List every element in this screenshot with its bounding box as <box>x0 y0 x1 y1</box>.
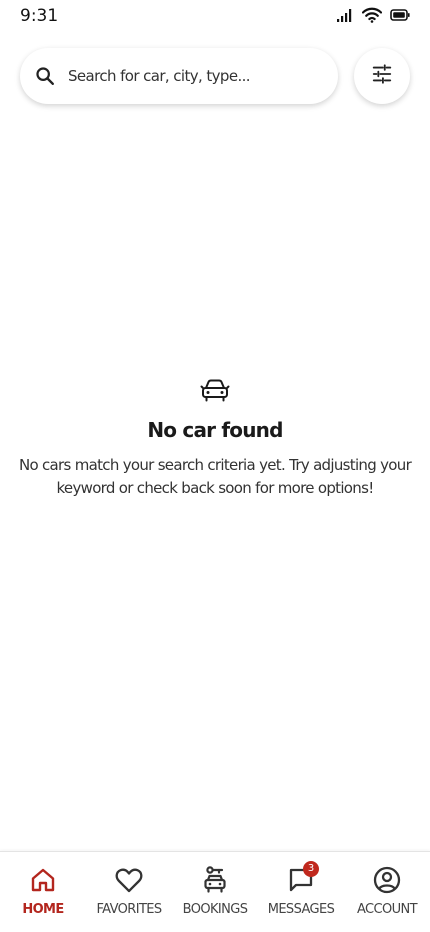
status-time: 9:31 <box>20 6 59 26</box>
messages-badge: 3 <box>303 861 319 877</box>
nav-label-bookings: BOOKINGS <box>182 902 248 917</box>
nav-label-account: ACCOUNT <box>356 902 418 917</box>
empty-title: No car found <box>147 418 283 442</box>
search-box[interactable] <box>20 48 338 104</box>
empty-state: No car found No cars match your search c… <box>0 378 430 500</box>
car-icon <box>0 378 430 404</box>
account-icon <box>371 864 403 896</box>
search-icon <box>34 65 56 87</box>
tune-icon <box>371 63 393 90</box>
battery-icon <box>390 9 410 21</box>
car-key-icon <box>199 864 231 896</box>
signal-icon <box>336 8 354 22</box>
search-row <box>20 48 410 104</box>
nav-label-favorites: FAVORITES <box>96 902 162 917</box>
nav-label-home: HOME <box>22 902 64 917</box>
nav-label-messages: MESSAGES <box>267 902 335 917</box>
nav-item-bookings[interactable]: BOOKINGS <box>172 852 258 932</box>
heart-icon <box>113 864 145 896</box>
status-icons <box>336 7 410 23</box>
empty-description: No cars match your search criteria yet. … <box>18 456 412 497</box>
nav-item-favorites[interactable]: FAVORITES <box>86 852 172 932</box>
status-bar: 9:31 <box>0 0 430 32</box>
nav-item-home[interactable]: HOME <box>0 852 86 932</box>
nav-item-account[interactable]: ACCOUNT <box>344 852 430 932</box>
nav-item-messages[interactable]: 3 MESSAGES <box>258 852 344 932</box>
wifi-icon <box>362 7 382 23</box>
search-input[interactable] <box>68 67 308 85</box>
home-icon <box>27 864 59 896</box>
bottom-nav: HOME FAVORITES BOOKINGS 3 MESSAGES ACCOU… <box>0 851 430 932</box>
filter-button[interactable] <box>354 48 410 104</box>
